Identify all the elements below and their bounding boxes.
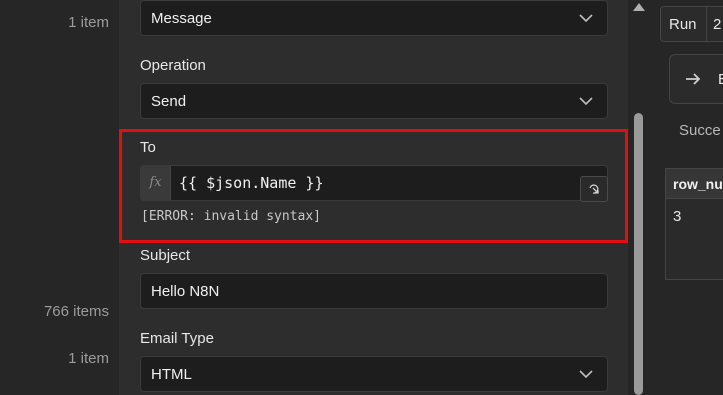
resource-value: Message bbox=[151, 10, 212, 27]
subject-input[interactable]: Hello N8N bbox=[140, 273, 608, 309]
table-header-cell: row_nu bbox=[673, 176, 723, 192]
run-selector[interactable]: Run 2 bbox=[660, 6, 723, 42]
email-type-value: HTML bbox=[151, 366, 192, 383]
subject-value: Hello N8N bbox=[151, 283, 220, 300]
table-header: row_nu bbox=[666, 169, 723, 199]
branch-card[interactable]: B bbox=[669, 54, 723, 104]
operation-select[interactable]: Send bbox=[140, 83, 608, 119]
operation-value: Send bbox=[151, 93, 187, 110]
operation-label: Operation bbox=[140, 57, 206, 74]
item-count: 766 items bbox=[43, 303, 109, 320]
chevron-down-icon bbox=[579, 97, 593, 106]
subject-label: Subject bbox=[140, 247, 191, 264]
error-highlight-box bbox=[119, 129, 628, 243]
email-type-select[interactable]: HTML bbox=[140, 356, 608, 392]
output-table: row_nu 3 bbox=[665, 168, 723, 280]
run-number: 2 bbox=[713, 16, 722, 33]
divider bbox=[706, 7, 707, 41]
item-count: 1 item bbox=[68, 14, 109, 31]
chevron-down-icon bbox=[579, 370, 593, 379]
scroll-up-icon[interactable] bbox=[633, 3, 645, 11]
table-cell: 3 bbox=[673, 208, 682, 225]
arrow-right-icon bbox=[686, 73, 701, 85]
resource-select[interactable]: Message bbox=[140, 0, 608, 36]
branch-label: B bbox=[718, 71, 723, 88]
scrollbar[interactable] bbox=[628, 0, 650, 395]
email-type-label: Email Type bbox=[140, 330, 214, 347]
run-label: Run bbox=[669, 16, 697, 33]
chevron-down-icon bbox=[579, 14, 593, 23]
output-panel: Run 2 B Succe row_nu 3 bbox=[650, 0, 723, 395]
item-count: 1 item bbox=[68, 350, 109, 367]
input-items-column: 1 item 766 items 1 item bbox=[0, 0, 120, 395]
scrollbar-thumb[interactable] bbox=[634, 113, 643, 395]
status-text: Succe bbox=[679, 122, 721, 139]
